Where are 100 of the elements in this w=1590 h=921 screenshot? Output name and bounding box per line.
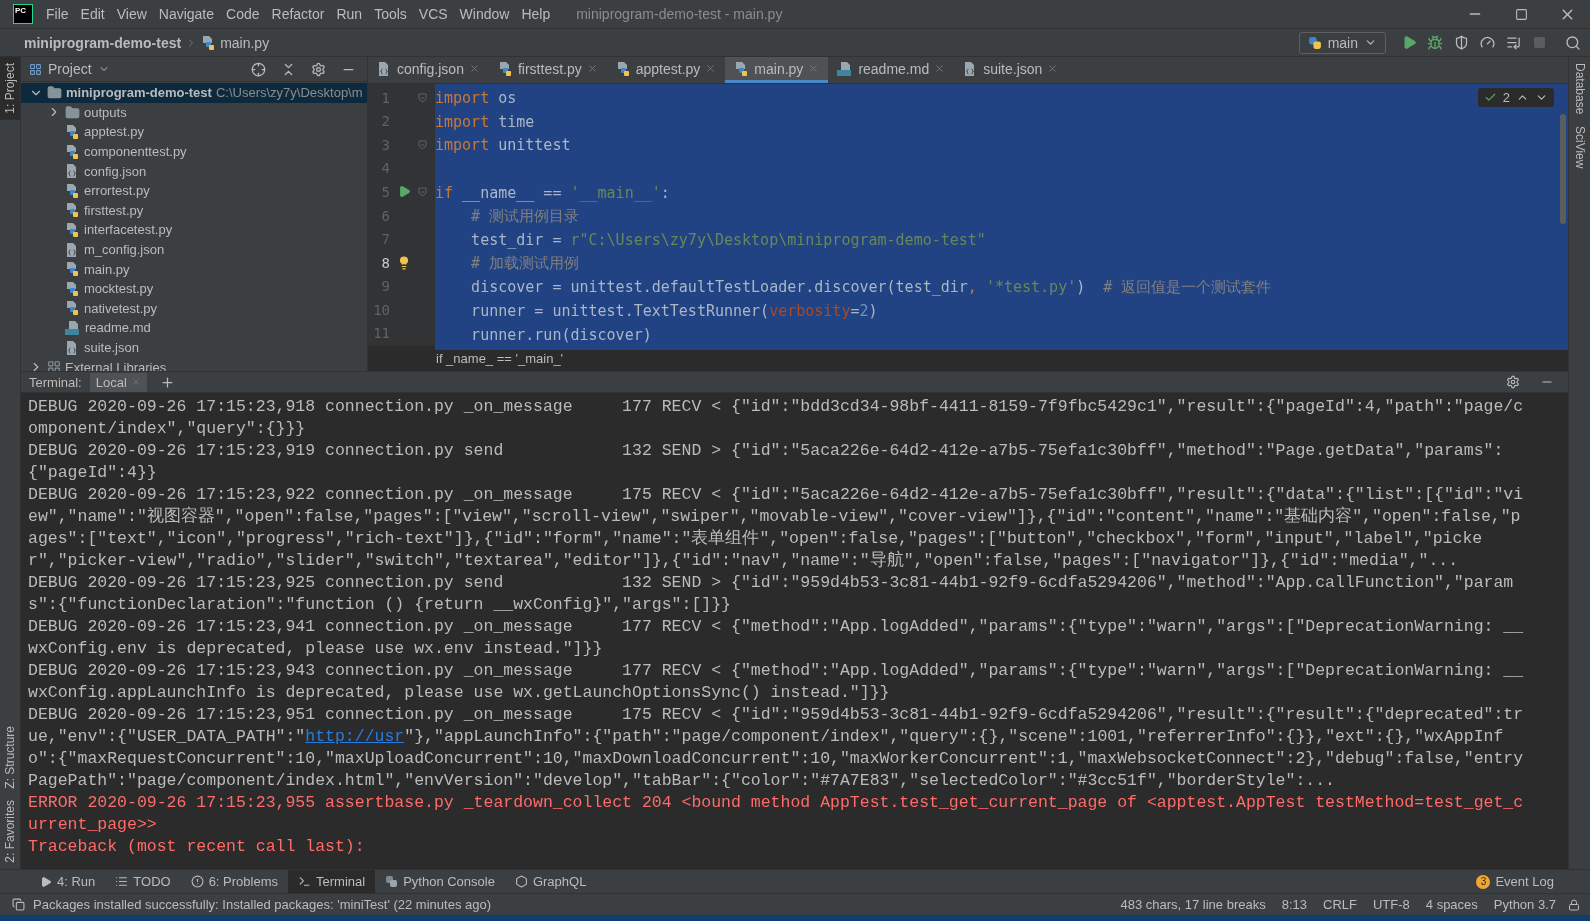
code-breadcrumb[interactable]: if _name_ == '_main_' bbox=[436, 351, 564, 366]
menu-item[interactable]: Code bbox=[220, 2, 266, 26]
project-view-dropdown[interactable]: Project bbox=[29, 61, 110, 77]
tool-window-tab[interactable]: SciView bbox=[1569, 120, 1590, 175]
shield-icon[interactable] bbox=[1453, 35, 1469, 50]
link[interactable]: http://usr bbox=[305, 727, 405, 746]
window-title: miniprogram-demo-test - main.py bbox=[576, 6, 783, 22]
tree-item[interactable]: main.py bbox=[84, 261, 130, 277]
log-line: DEBUG 2020-09-26 17:15:23,925 connection.py send 132 SEND > {"id":"959d4b53-3c81-44b1-92f9-6cdfa5294206","method":"App.callFunction","params":{"functionDeclaration":"function () {return __wxConfig}","args":[]}} bbox=[28, 572, 1515, 616]
markdown-file-icon bbox=[837, 60, 854, 77]
tool-window-tab[interactable]: Z: Structure bbox=[0, 719, 20, 795]
count-badge: 3 bbox=[1476, 874, 1491, 889]
error-log-line: ERROR 2020-09-26 17:15:23,955 assertbase.py _teardown_collect 204 <bound method AppTest.test_get_current_page of <apptest.AppTest testMethod=test_get_current_page>> bbox=[28, 792, 1524, 836]
breadcrumb-item[interactable]: main.py bbox=[197, 34, 274, 51]
editor-tab[interactable]: firsttest.py bbox=[488, 57, 607, 83]
inspection-widget[interactable]: 2 bbox=[1477, 88, 1554, 107]
tool-window-tab[interactable]: Database bbox=[1569, 57, 1590, 121]
tree-item[interactable]: firsttest.py bbox=[84, 202, 144, 218]
code-line: runner = unittest.TextTestRunner(verbosity=2) bbox=[470, 301, 878, 323]
tool-tab[interactable]: Terminal bbox=[288, 869, 376, 894]
tree-item[interactable]: outputs bbox=[84, 104, 127, 120]
python-file-icon bbox=[497, 60, 513, 77]
project-path: C:\Users\zy7y\Desktop\m bbox=[215, 85, 363, 101]
status-item[interactable]: Python 3.7 bbox=[1489, 897, 1560, 912]
code-line: # 测试用例目录 bbox=[470, 205, 580, 227]
status-item[interactable]: UTF-8 bbox=[1368, 897, 1414, 912]
code-line: if __name__ == '__main__': bbox=[435, 182, 670, 204]
python-file-icon bbox=[65, 124, 80, 140]
settings-icon[interactable] bbox=[310, 61, 326, 77]
lightbulb-icon[interactable] bbox=[397, 255, 411, 270]
tree-item[interactable]: interfacetest.py bbox=[84, 222, 173, 238]
maximize-icon[interactable] bbox=[1514, 7, 1528, 21]
tool-tab[interactable]: GraphQL bbox=[504, 869, 597, 894]
breadcrumb-item[interactable]: miniprogram-demo-test bbox=[20, 34, 186, 51]
menu-item[interactable]: Navigate bbox=[152, 2, 221, 26]
menu-item[interactable]: Refactor bbox=[265, 2, 331, 26]
tree-item[interactable]: readme.md bbox=[85, 320, 151, 336]
menu-item[interactable]: View bbox=[110, 2, 153, 26]
tree-item[interactable]: componenttest.py bbox=[84, 144, 187, 160]
add-icon[interactable] bbox=[160, 374, 176, 390]
python-file-icon bbox=[615, 60, 631, 77]
status-item[interactable]: CRLF bbox=[1319, 897, 1361, 912]
editor-tab[interactable]: main.py bbox=[725, 57, 829, 83]
code-line: # 加载测试用例 bbox=[470, 253, 580, 275]
settings-icon[interactable] bbox=[1506, 375, 1520, 389]
session-tab[interactable]: Local bbox=[89, 372, 147, 392]
error-log-line: Traceback (most recent call last): bbox=[28, 836, 366, 858]
terminal-icon bbox=[298, 875, 311, 888]
app-logo: PC bbox=[14, 5, 32, 23]
python-file-icon bbox=[201, 34, 217, 51]
status-message: Packages installed successfully: Installed packages: 'miniTest' (22 minutes ago) bbox=[33, 897, 493, 912]
tool-tab[interactable]: TODO bbox=[105, 869, 181, 894]
menu-item[interactable]: Window bbox=[453, 2, 516, 26]
run-icon[interactable] bbox=[1401, 35, 1417, 50]
tool-tab[interactable]: 6: Problems bbox=[180, 869, 288, 894]
tool-window-tab[interactable]: 2: Favorites bbox=[0, 794, 20, 869]
menu-item[interactable]: VCS bbox=[412, 2, 454, 26]
code-line: discover = unittest.defaultTestLoader.discover(test_dir, '*test.py') # 返回值是一个测试套件 bbox=[470, 276, 1272, 299]
run-icon[interactable] bbox=[397, 185, 411, 199]
python-icon bbox=[1307, 35, 1322, 50]
menu-item[interactable]: Run bbox=[330, 2, 369, 26]
tree-item[interactable]: External Libraries bbox=[65, 359, 167, 371]
panel-icon bbox=[29, 62, 42, 76]
gauge-icon[interactable] bbox=[1479, 35, 1495, 50]
log-line: DEBUG 2020-09-26 17:15:23,918 connection.py _on_message 177 RECV < {"id":"bdd3cd34-98bf-4411-8159-7f9fbc5429c1","result":{"pageId":4,"path":"page/component/index","query":{}}} bbox=[28, 396, 1524, 440]
library-icon bbox=[47, 360, 61, 371]
tree-item[interactable]: config.json bbox=[84, 163, 147, 179]
status-item[interactable]: 483 chars, 17 line breaks bbox=[1116, 897, 1270, 912]
status-item[interactable]: 4 spaces bbox=[1421, 897, 1482, 912]
tree-item[interactable]: m_config.json bbox=[84, 242, 165, 258]
event-log-button[interactable]: 3 Event Log bbox=[1470, 873, 1560, 890]
editor-tab[interactable]: readme.md bbox=[828, 57, 955, 83]
menu-item[interactable]: Tools bbox=[368, 2, 413, 26]
tool-tab[interactable]: 4: Run bbox=[30, 869, 106, 894]
tree-item[interactable]: miniprogram-demo-test bbox=[66, 85, 212, 101]
play-icon bbox=[40, 875, 52, 888]
tool-tab[interactable]: Python Console bbox=[375, 869, 505, 894]
list-run-icon[interactable] bbox=[1505, 35, 1521, 50]
menu-item[interactable]: Edit bbox=[74, 2, 111, 26]
tree-item[interactable]: nativetest.py bbox=[84, 300, 157, 316]
status-item[interactable]: 8:13 bbox=[1277, 897, 1311, 912]
alert-icon bbox=[190, 875, 204, 888]
search-icon[interactable] bbox=[1565, 34, 1581, 51]
menu-item[interactable]: Help bbox=[515, 2, 557, 26]
markdown-file-icon bbox=[65, 319, 81, 336]
menu-item[interactable]: File bbox=[40, 2, 75, 26]
run-config-dropdown[interactable]: main bbox=[1298, 31, 1386, 54]
layout-icon[interactable] bbox=[12, 898, 25, 911]
tree-item[interactable]: mocktest.py bbox=[84, 281, 154, 297]
tool-window-tab[interactable]: 1: Project bbox=[0, 57, 20, 120]
editor-tab[interactable]: config.json bbox=[368, 57, 489, 83]
tree-item[interactable]: apptest.py bbox=[84, 124, 144, 140]
editor-tab[interactable]: apptest.py bbox=[606, 57, 726, 83]
bug-icon[interactable] bbox=[1427, 34, 1443, 51]
crosshair-icon[interactable] bbox=[250, 61, 266, 77]
lock-icon[interactable] bbox=[1568, 898, 1580, 911]
code-line: runner.run(discover) bbox=[470, 324, 652, 346]
editor-tab[interactable]: suite.json bbox=[954, 57, 1068, 83]
tree-item[interactable]: errortest.py bbox=[84, 183, 150, 199]
tree-item[interactable]: suite.json bbox=[84, 340, 139, 355]
